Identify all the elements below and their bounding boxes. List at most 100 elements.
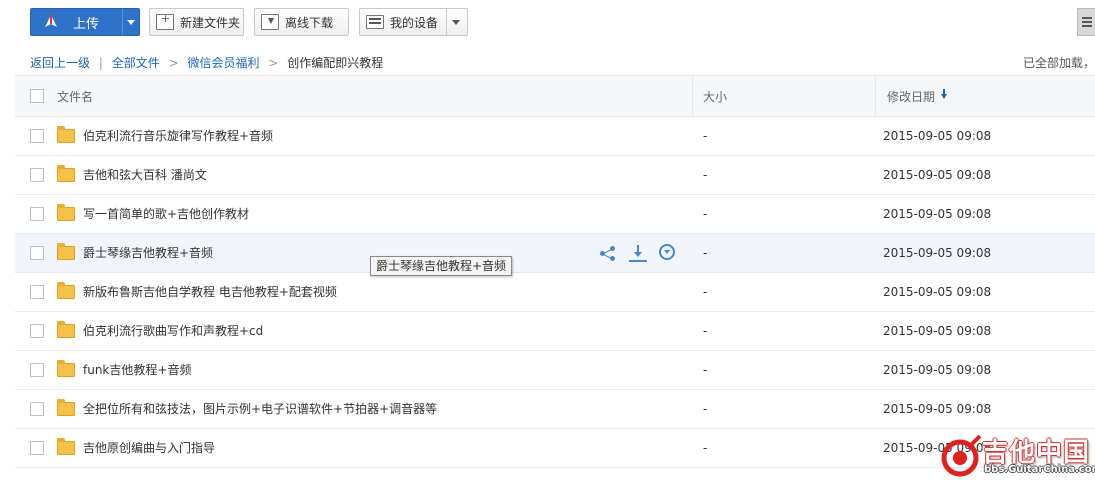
- file-date: 2015-09-05 09:08: [883, 363, 992, 377]
- file-name[interactable]: 写一首简单的歌+吉他创作教材: [83, 195, 249, 233]
- file-date: 2015-09-05 09:08: [883, 207, 992, 221]
- upload-dropdown-button[interactable]: [123, 19, 139, 25]
- row-checkbox[interactable]: [30, 324, 44, 338]
- back-link[interactable]: 返回上一级: [30, 56, 90, 70]
- breadcrumb-arrow: >: [168, 56, 179, 70]
- watermark-url: bbs.GuitarChina.com: [984, 464, 1095, 475]
- header-size[interactable]: 大小: [703, 76, 727, 116]
- table-row[interactable]: 伯克利流行歌曲写作和声教程+cd - 2015-09-05 09:08: [15, 312, 1095, 351]
- folder-icon: [57, 438, 75, 455]
- sort-desc-icon: [941, 88, 948, 99]
- header-modified[interactable]: 修改日期: [887, 76, 948, 116]
- select-all-checkbox-cell[interactable]: [30, 76, 44, 116]
- my-devices-button[interactable]: 我的设备: [359, 8, 468, 36]
- table-row[interactable]: 新版布鲁斯吉他自学教程 电吉他教程+配套视频 - 2015-09-05 09:0…: [15, 273, 1095, 312]
- file-name[interactable]: 伯克利流行音乐旋律写作教程+音频: [83, 117, 273, 155]
- row-checkbox[interactable]: [30, 402, 44, 416]
- breadcrumb-current: 创作编配即兴教程: [287, 56, 384, 70]
- folder-icon: [57, 165, 75, 182]
- file-size: -: [703, 168, 708, 182]
- file-date: 2015-09-05 09:08: [883, 246, 992, 260]
- chevron-down-icon: [127, 19, 135, 25]
- row-checkbox[interactable]: [30, 363, 44, 377]
- devices-icon: [366, 15, 384, 29]
- new-folder-label: 新建文件夹: [180, 15, 241, 30]
- table-row[interactable]: 全把位所有和弦技法，图片示例+电子识谱软件+节拍器+调音器等 - 2015-09…: [15, 390, 1095, 429]
- file-date: 2015-09-05 09:08: [883, 402, 992, 416]
- row-checkbox[interactable]: [30, 129, 44, 143]
- table-row-hovered[interactable]: 爵士琴缘吉他教程+音频 - 2015-09-05 09:08: [15, 234, 1095, 273]
- row-checkbox[interactable]: [30, 207, 44, 221]
- file-name[interactable]: 吉他和弦大百科 潘尚文: [83, 156, 207, 194]
- breadcrumb-all-files[interactable]: 全部文件: [112, 56, 160, 70]
- folder-icon: [57, 204, 75, 221]
- header-modified-label: 修改日期: [887, 89, 936, 104]
- share-icon[interactable]: [599, 244, 617, 262]
- table-row[interactable]: funk吉他教程+音频 - 2015-09-05 09:08: [15, 351, 1095, 390]
- breadcrumb-folder[interactable]: 微信会员福利: [187, 56, 259, 70]
- header-name[interactable]: 文件名: [57, 76, 93, 116]
- folder-icon: [57, 321, 75, 338]
- upload-main[interactable]: 上传: [31, 9, 123, 35]
- file-size: -: [703, 207, 708, 221]
- folder-icon: [57, 282, 75, 299]
- file-size: -: [703, 246, 708, 260]
- file-name[interactable]: 伯克利流行歌曲写作和声教程+cd: [83, 312, 263, 350]
- my-devices-label: 我的设备: [390, 15, 439, 30]
- upload-button[interactable]: 上传: [30, 8, 140, 36]
- folder-icon: [57, 399, 75, 416]
- new-folder-icon: [156, 12, 174, 30]
- breadcrumb-divider: |: [98, 56, 103, 70]
- file-size: -: [703, 285, 708, 299]
- breadcrumb: 返回上一级 | 全部文件 > 微信会员福利 > 创作编配即兴教程: [30, 54, 383, 71]
- filename-tooltip: 爵士琴缘吉他教程+音频: [370, 256, 513, 276]
- column-divider[interactable]: [875, 76, 876, 116]
- view-toggle-button[interactable]: [1077, 8, 1095, 36]
- guitar-logo-icon: [941, 434, 982, 477]
- table-header: 文件名 大小 修改日期: [15, 75, 1095, 117]
- offline-download-button[interactable]: 离线下载: [254, 8, 349, 36]
- column-divider[interactable]: [692, 76, 693, 116]
- file-date: 2015-09-05 09:08: [883, 324, 992, 338]
- file-name[interactable]: 全把位所有和弦技法，图片示例+电子识谱软件+节拍器+调音器等: [83, 390, 437, 428]
- table-row[interactable]: 写一首简单的歌+吉他创作教材 - 2015-09-05 09:08: [15, 195, 1095, 234]
- file-name[interactable]: funk吉他教程+音频: [83, 351, 191, 389]
- my-devices-dropdown[interactable]: [446, 9, 464, 35]
- folder-icon: [57, 126, 75, 143]
- select-all-checkbox[interactable]: [30, 89, 44, 103]
- offline-download-label: 离线下载: [285, 15, 334, 30]
- list-view-icon: [1081, 21, 1092, 23]
- download-icon[interactable]: [629, 244, 647, 262]
- new-folder-button[interactable]: 新建文件夹: [149, 8, 244, 36]
- folder-icon: [57, 360, 75, 377]
- more-options-icon[interactable]: [659, 244, 675, 260]
- upload-label: 上传: [73, 16, 100, 32]
- file-name[interactable]: 爵士琴缘吉他教程+音频: [83, 234, 213, 272]
- file-date: 2015-09-05 09:08: [883, 285, 992, 299]
- file-size: -: [703, 363, 708, 377]
- breadcrumb-arrow: >: [268, 56, 279, 70]
- file-name[interactable]: 吉他原创编曲与入门指导: [83, 429, 215, 467]
- loaded-status: 已全部加载，: [1022, 56, 1095, 70]
- chevron-down-icon: [451, 19, 460, 25]
- offline-download-icon: [261, 14, 279, 30]
- table-row[interactable]: 吉他和弦大百科 潘尚文 - 2015-09-05 09:08: [15, 156, 1095, 195]
- row-checkbox[interactable]: [30, 285, 44, 299]
- row-checkbox[interactable]: [30, 246, 44, 260]
- file-size: -: [703, 441, 708, 455]
- table-row[interactable]: 吉他原创编曲与入门指导 - 2015-09-05 09:08: [15, 429, 1095, 468]
- row-checkbox[interactable]: [30, 441, 44, 455]
- file-size: -: [703, 129, 708, 143]
- upload-icon: [45, 15, 57, 27]
- folder-icon: [57, 243, 75, 260]
- table-row[interactable]: 伯克利流行音乐旋律写作教程+音频 - 2015-09-05 09:08: [15, 117, 1095, 156]
- file-size: -: [703, 402, 708, 416]
- file-date: 2015-09-05 09:08: [883, 129, 992, 143]
- file-size: -: [703, 324, 708, 338]
- file-list: 伯克利流行音乐旋律写作教程+音频 - 2015-09-05 09:08 吉他和弦…: [15, 117, 1095, 468]
- row-checkbox[interactable]: [30, 168, 44, 182]
- site-watermark: 吉他中国 bbs.GuitarChina.com: [940, 432, 1095, 480]
- file-name[interactable]: 新版布鲁斯吉他自学教程 电吉他教程+配套视频: [83, 273, 337, 311]
- row-actions: [599, 244, 675, 262]
- file-date: 2015-09-05 09:08: [883, 168, 992, 182]
